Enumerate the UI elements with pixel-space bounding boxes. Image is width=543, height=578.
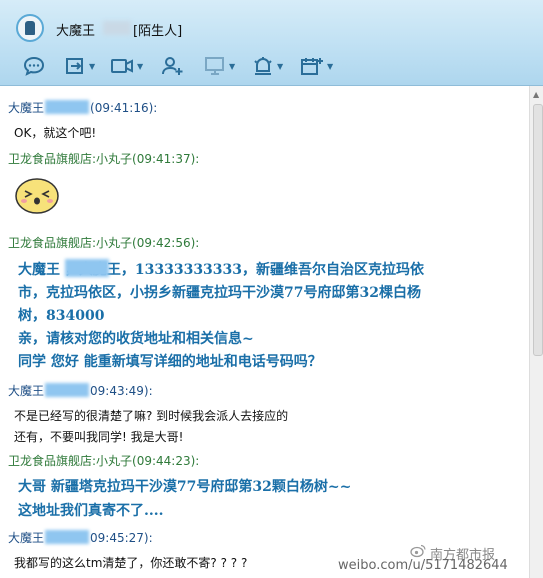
title-bar: 大魔王 [陌生人]: [0, 0, 543, 48]
sender-name: 卫龙食品旗舰店:小丸子: [8, 152, 133, 166]
scrollbar[interactable]: ▲: [529, 86, 543, 578]
watermark-url: weibo.com/u/5171482644: [338, 558, 508, 573]
sender-name: 大魔王: [8, 101, 45, 115]
message-time: (09:42:56):: [132, 236, 200, 250]
remote-assist-icon: [254, 57, 272, 75]
redacted-name: [103, 21, 131, 35]
message-text: 亲，请核对您的收货地址和相关信息~: [18, 331, 254, 347]
video-icon: [111, 59, 133, 73]
message-text: 大哥 新疆塔克拉玛干沙漠77号府邸第32颗白杨树~~: [18, 479, 352, 495]
toolbar: ▼ ▼ ▼ ▼ ▼: [0, 48, 543, 86]
redacted-name: [45, 100, 90, 114]
message-time: (09:41:16):: [90, 101, 158, 115]
app-icon: [301, 58, 323, 75]
message-time: (09:44:23):: [132, 454, 200, 468]
remote-assist-button[interactable]: ▼: [252, 55, 283, 77]
message-header: 卫龙食品旗舰店:小丸子(09:41:37):: [8, 150, 199, 167]
message-time: 09:43:49):: [90, 384, 153, 398]
screen-share-button[interactable]: ▼: [204, 55, 235, 77]
message-text: 树，834000: [18, 308, 105, 324]
transfer-icon: [66, 58, 83, 74]
message-time: 09:45:27):: [90, 531, 153, 545]
redacted-name: [65, 259, 109, 277]
chevron-down-icon[interactable]: ▼: [327, 62, 333, 71]
message-text: 我都写的这么tm清楚了，你还敢不寄? ? ? ?: [14, 556, 248, 570]
sender-name: 卫龙食品旗舰店:小丸子: [8, 454, 133, 468]
add-contact-button[interactable]: [160, 55, 184, 77]
chat-button[interactable]: [22, 55, 46, 77]
redacted-name: [45, 383, 90, 397]
weibo-logo-icon: [410, 544, 426, 558]
transfer-file-button[interactable]: ▼: [64, 55, 95, 77]
message-time: (09:41:37):: [132, 152, 200, 166]
sender-name: 大魔王: [8, 384, 45, 398]
message-text: 这地址我们真寄不了....: [18, 503, 164, 519]
contact-name: 大魔王: [56, 24, 96, 39]
redacted-name: [45, 530, 90, 544]
video-call-button[interactable]: ▼: [110, 55, 143, 77]
chevron-down-icon[interactable]: ▼: [137, 62, 143, 71]
add-contact-icon: [162, 57, 183, 75]
message-header: 卫龙食品旗舰店:小丸子(09:44:23):: [8, 452, 199, 469]
message-header: 卫龙食品旗舰店:小丸子(09:42:56):: [8, 234, 199, 251]
sender-name: 大魔王: [8, 531, 45, 545]
contact-tag: [陌生人]: [133, 24, 183, 39]
message-text: 还有，不要叫我同学! 我是大哥!: [14, 430, 184, 444]
message-header: 大魔王 09:43:49):: [8, 382, 153, 399]
chevron-down-icon[interactable]: ▼: [277, 62, 283, 71]
chat-icon: [23, 56, 45, 76]
message-text: 不是已经写的很清楚了嘛? 到时候我会派人去接应的: [14, 409, 289, 423]
sender-name: 卫龙食品旗舰店:小丸子: [8, 236, 133, 250]
message-text: OK，就这个吧!: [14, 126, 97, 140]
scroll-thumb[interactable]: [533, 104, 543, 356]
app-button[interactable]: ▼: [300, 55, 333, 77]
chevron-down-icon[interactable]: ▼: [229, 62, 235, 71]
message-header: 大魔王 (09:41:16):: [8, 99, 157, 116]
sticker-face-icon: [15, 178, 59, 214]
screen-share-icon: [205, 57, 224, 75]
message-header: 大魔王 09:45:27):: [8, 529, 153, 546]
message-text: 市，克拉玛依区，小拐乡新疆克拉玛干沙漠77号府邸第32棵白杨: [18, 285, 421, 301]
chevron-down-icon[interactable]: ▼: [89, 62, 95, 71]
scroll-up-icon[interactable]: ▲: [533, 90, 539, 99]
avatar[interactable]: [16, 14, 44, 42]
user-icon: [25, 21, 35, 35]
message-text: 同学 您好 能重新填写详细的地址和电话号码吗？: [18, 354, 322, 370]
